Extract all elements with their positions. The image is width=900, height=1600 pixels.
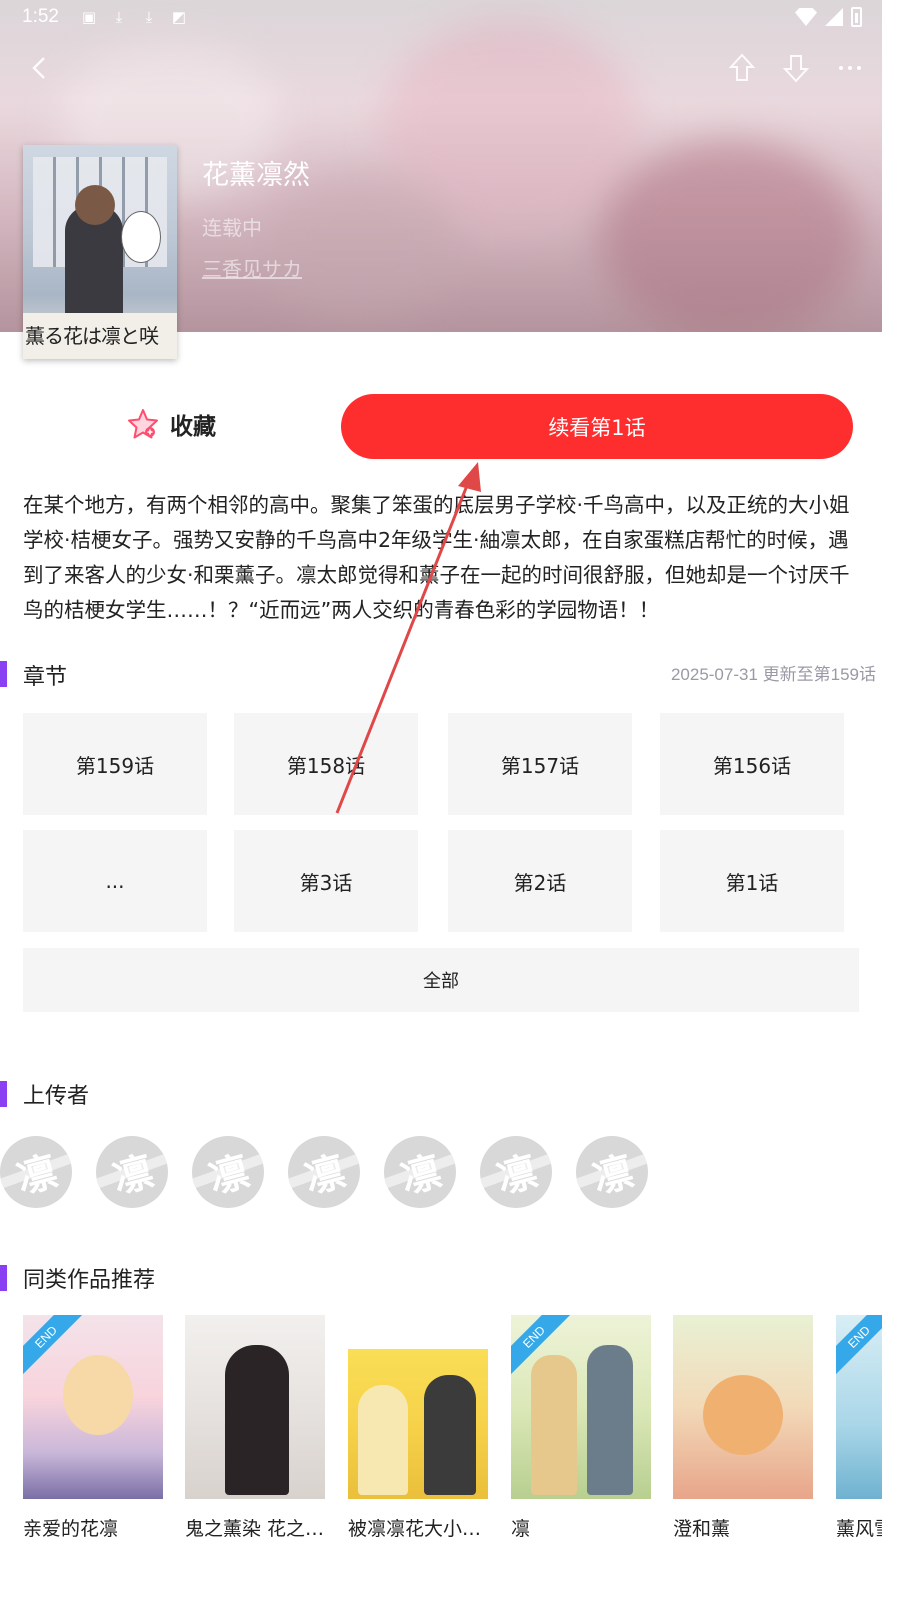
uploader-avatar[interactable]: 凛 bbox=[576, 1136, 648, 1208]
uploader-avatar[interactable]: 凛 bbox=[480, 1136, 552, 1208]
section-accent-bar bbox=[0, 1265, 7, 1291]
serial-status: 连载中 bbox=[202, 216, 262, 240]
recommendation-cover[interactable]: END bbox=[23, 1315, 163, 1499]
favorite-button[interactable]: 收藏 bbox=[126, 407, 216, 441]
section-accent-bar bbox=[0, 661, 7, 687]
app-icon: ◩ bbox=[171, 8, 187, 26]
uploader-avatar[interactable]: 凛 bbox=[96, 1136, 168, 1208]
recommendation-title[interactable]: 薰风雪 bbox=[836, 1514, 882, 1541]
recommendation-cover[interactable] bbox=[673, 1315, 813, 1499]
wifi-icon bbox=[795, 8, 817, 26]
download-icon: ⤓ bbox=[145, 8, 153, 26]
uploader-avatar[interactable]: 凛 bbox=[384, 1136, 456, 1208]
chapter-button[interactable]: 第158话 bbox=[234, 713, 418, 815]
next-down-icon[interactable] bbox=[780, 50, 812, 86]
uploaders-section-title: 上传者 bbox=[23, 1084, 90, 1109]
manga-cover-image[interactable]: 薫る花は凛と咲 bbox=[23, 145, 177, 359]
cellular-icon bbox=[825, 8, 843, 26]
manga-title: 花薰凛然 bbox=[202, 160, 310, 191]
chapter-button[interactable]: 第2话 bbox=[448, 830, 632, 932]
recommendation-cover[interactable]: END bbox=[836, 1315, 882, 1499]
chapter-button[interactable]: 第157话 bbox=[448, 713, 632, 815]
download-icon: ⤓ bbox=[115, 8, 123, 26]
uploader-avatar[interactable]: 凛 bbox=[0, 1136, 72, 1208]
recommendation-cover[interactable] bbox=[348, 1315, 488, 1499]
recommendation-title[interactable]: 鬼之薰染 花之… bbox=[185, 1514, 335, 1541]
cover-title-logo: 薫る花は凛と咲 bbox=[25, 324, 159, 348]
previous-up-icon[interactable] bbox=[726, 50, 758, 86]
back-arrow-icon[interactable] bbox=[22, 50, 58, 86]
recommendation-cover[interactable]: END bbox=[511, 1315, 651, 1499]
chapter-button[interactable]: 第3话 bbox=[234, 830, 418, 932]
author-link[interactable]: 三香见サカ bbox=[202, 253, 302, 282]
chapter-ellipsis-button[interactable]: ... bbox=[23, 830, 207, 932]
uploader-avatar[interactable]: 凛 bbox=[288, 1136, 360, 1208]
recommendation-title[interactable]: 凛 bbox=[511, 1514, 661, 1541]
star-icon bbox=[128, 409, 158, 439]
chapter-button[interactable]: 第159话 bbox=[23, 713, 207, 815]
chapter-button[interactable]: 第1话 bbox=[660, 830, 844, 932]
status-time: 1:52 bbox=[22, 6, 59, 27]
chapters-section-title: 章节 bbox=[23, 665, 68, 690]
recommendation-title[interactable]: 澄和薰 bbox=[673, 1514, 823, 1541]
battery-icon bbox=[851, 7, 862, 27]
favorite-label: 收藏 bbox=[170, 414, 216, 440]
recommendation-title[interactable]: 被凛凛花大小… bbox=[348, 1514, 498, 1541]
continue-reading-button[interactable]: 续看第1话 bbox=[341, 394, 853, 459]
more-icon[interactable] bbox=[834, 50, 866, 86]
all-chapters-button[interactable]: 全部 bbox=[23, 948, 859, 1012]
chapter-button[interactable]: 第156话 bbox=[660, 713, 844, 815]
recommendations-section-title: 同类作品推荐 bbox=[23, 1268, 156, 1293]
uploader-avatar[interactable]: 凛 bbox=[192, 1136, 264, 1208]
recommendation-cover[interactable] bbox=[185, 1315, 325, 1499]
update-info: 2025-07-31 更新至第159话 bbox=[670, 665, 876, 684]
recommendation-title[interactable]: 亲爱的花凛 bbox=[23, 1514, 173, 1541]
description-text: 在某个地方，有两个相邻的高中。聚集了笨蛋的底层男子学校·千鸟高中，以及正统的大小… bbox=[23, 493, 850, 622]
status-bar: 1:52 ▣ ⤓ ⤓ ◩ bbox=[0, 0, 882, 36]
section-accent-bar bbox=[0, 1081, 7, 1107]
image-icon: ▣ bbox=[81, 8, 97, 26]
